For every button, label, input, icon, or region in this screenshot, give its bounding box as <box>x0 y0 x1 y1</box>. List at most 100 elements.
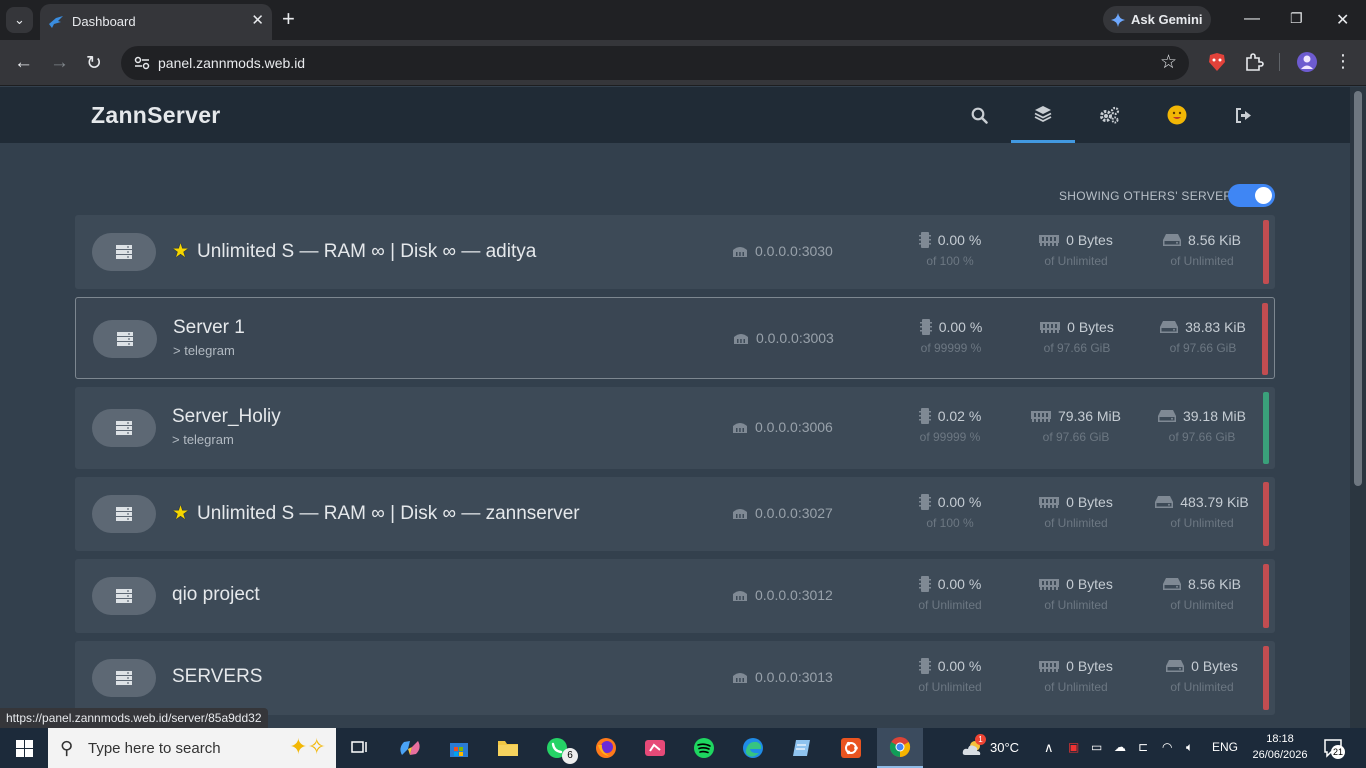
server-row[interactable]: Server 1 > telegram 0.0.0.0:3003 0.00 % of 9… <box>75 297 1275 379</box>
taskbar-whatsapp[interactable]: 6 <box>534 728 580 768</box>
server-allocation: 0.0.0.0:3003 <box>733 330 834 346</box>
server-row[interactable]: Server_Holiy > telegram 0.0.0.0:3006 0.02 %… <box>75 387 1275 469</box>
address-bar[interactable]: panel.zannmods.web.id ☆ <box>121 46 1189 80</box>
memory-usage-limit: of Unlimited <box>1044 680 1108 694</box>
back-icon[interactable]: ← <box>14 52 33 74</box>
server-icon-badge <box>92 659 156 697</box>
tab-search-button[interactable]: ⌄ <box>6 7 33 33</box>
memory-icon <box>1039 235 1060 246</box>
nav-account[interactable] <box>1145 87 1209 143</box>
window-close-icon[interactable]: ✕ <box>1336 10 1349 30</box>
memory-usage-limit: of 97.66 GiB <box>1043 341 1111 355</box>
microchip-icon <box>919 319 932 335</box>
cpu-usage-limit: of 99999 % <box>920 341 982 355</box>
close-tab-icon[interactable]: ✕ <box>251 11 264 29</box>
allocation-text: 0.0.0.0:3013 <box>755 669 833 685</box>
battery-tray-icon[interactable]: ▭ <box>1091 740 1102 754</box>
hdd-icon <box>1163 578 1182 590</box>
memory-usage-limit: of Unlimited <box>1044 254 1108 268</box>
server-row[interactable]: qio project 0.0.0.0:3012 0.00 % of Unlimite… <box>75 559 1275 633</box>
network-icon[interactable]: ⊏ <box>1138 740 1148 754</box>
pdf-tray-icon[interactable]: ▣ <box>1068 740 1079 754</box>
nav-servers[interactable] <box>1011 87 1075 143</box>
disk-usage: 39.18 MiB of 97.66 GiB <box>1147 408 1257 444</box>
memory-usage-limit: of Unlimited <box>1044 598 1108 612</box>
memory-usage: 0 Bytes of Unlimited <box>1021 576 1131 612</box>
network-wired-icon <box>733 673 747 683</box>
taskbar-notepad[interactable] <box>779 728 825 768</box>
search-highlight-icon: ✦✧ <box>289 734 326 759</box>
forward-icon[interactable]: → <box>50 52 69 74</box>
memory-usage: 0 Bytes of 97.66 GiB <box>1022 319 1132 355</box>
site-info-icon[interactable] <box>133 54 151 72</box>
microchip-icon <box>918 576 931 592</box>
browser-tab-dashboard[interactable]: Dashboard ✕ <box>40 4 272 40</box>
server-name: Server 1 <box>173 317 245 339</box>
server-row[interactable]: ★ Unlimited S — RAM ∞ | Disk ∞ — aditya 0.… <box>75 215 1275 289</box>
cpu-usage: 0.00 % of 99999 % <box>896 319 1006 355</box>
reload-icon[interactable]: ↻ <box>86 52 102 75</box>
task-view-button[interactable] <box>337 728 383 768</box>
allocation-text: 0.0.0.0:3027 <box>755 505 833 521</box>
memory-usage-value: 0 Bytes <box>1067 319 1114 335</box>
taskbar-spotify[interactable] <box>681 728 727 768</box>
notepad-icon <box>793 740 810 756</box>
new-tab-button[interactable]: + <box>282 6 295 32</box>
nav-admin[interactable] <box>1077 87 1141 143</box>
language-indicator[interactable]: ENG <box>1212 740 1238 754</box>
brave-lion-icon[interactable] <box>1206 51 1228 73</box>
app-navbar: ZannServer <box>0 87 1350 143</box>
taskbar-app-pink[interactable] <box>632 728 678 768</box>
pterodactyl-icon <box>49 16 63 28</box>
cloud-tray-icon[interactable]: ☁ <box>1114 740 1126 754</box>
server-icon-badge <box>92 495 156 533</box>
ask-gemini-button[interactable]: Ask Gemini <box>1103 6 1211 33</box>
disk-usage: 8.56 KiB of Unlimited <box>1147 232 1257 268</box>
chevron-down-icon: ⌄ <box>14 12 25 27</box>
server-icon-badge <box>93 320 157 358</box>
taskbar-file-explorer[interactable] <box>485 728 531 768</box>
hdd-icon <box>1160 321 1179 333</box>
taskbar-firefox[interactable] <box>583 728 629 768</box>
minimize-icon[interactable]: — <box>1244 10 1260 28</box>
scrollbar-thumb[interactable] <box>1354 91 1362 486</box>
taskbar-edge[interactable] <box>730 728 776 768</box>
server-name-text: Server_Holiy <box>172 406 281 427</box>
start-button[interactable] <box>0 728 48 768</box>
page-scrollbar[interactable] <box>1350 87 1366 728</box>
extensions-puzzle-icon[interactable] <box>1243 51 1265 73</box>
memory-usage-value: 79.36 MiB <box>1057 408 1122 424</box>
star-icon: ★ <box>172 503 190 524</box>
taskbar-store[interactable] <box>436 728 482 768</box>
taskbar-ubuntu[interactable] <box>828 728 874 768</box>
nav-logout[interactable] <box>1211 87 1275 143</box>
wifi-icon[interactable]: ◠ <box>1162 740 1172 754</box>
cpu-usage-limit: of 99999 % <box>919 430 981 444</box>
server-status-bar <box>1263 220 1269 284</box>
taskbar-search[interactable]: ⚲ Type here to search ✦✧ <box>48 728 336 768</box>
server-row[interactable]: ★ Unlimited S — RAM ∞ | Disk ∞ — zannserv… <box>75 477 1275 551</box>
tab-title: Dashboard <box>72 14 136 29</box>
restore-icon[interactable]: ❐ <box>1290 10 1303 27</box>
taskbar-copilot[interactable] <box>387 728 433 768</box>
browser-menu-icon[interactable]: ⋮ <box>1334 51 1352 72</box>
server-row[interactable]: SERVERS 0.0.0.0:3013 0.00 % of Unlimited 0 B… <box>75 641 1275 715</box>
notification-center[interactable]: 21 <box>1323 737 1345 759</box>
brand-logo[interactable]: ZannServer <box>91 102 221 129</box>
nav-search[interactable] <box>947 87 1011 143</box>
bookmark-star-icon[interactable]: ☆ <box>1160 51 1177 74</box>
volume-icon[interactable]: 🔈︎ <box>1186 740 1193 755</box>
server-allocation: 0.0.0.0:3006 <box>732 419 833 435</box>
others-servers-toggle[interactable] <box>1228 184 1275 207</box>
allocation-text: 0.0.0.0:3006 <box>755 419 833 435</box>
search-icon <box>971 107 988 124</box>
clock[interactable]: 18:18 26/06/2026 <box>1250 731 1310 763</box>
clock-time: 18:18 <box>1266 733 1294 745</box>
server-icon-badge <box>92 577 156 615</box>
cpu-usage-value: 0.00 % <box>937 232 982 248</box>
taskbar-chrome[interactable] <box>877 728 923 768</box>
profile-avatar-icon[interactable] <box>1296 51 1318 73</box>
avatar <box>1167 105 1187 125</box>
tray-chevron-icon[interactable]: ∧ <box>1044 740 1054 756</box>
cpu-usage: 0.02 % of 99999 % <box>895 408 1005 444</box>
